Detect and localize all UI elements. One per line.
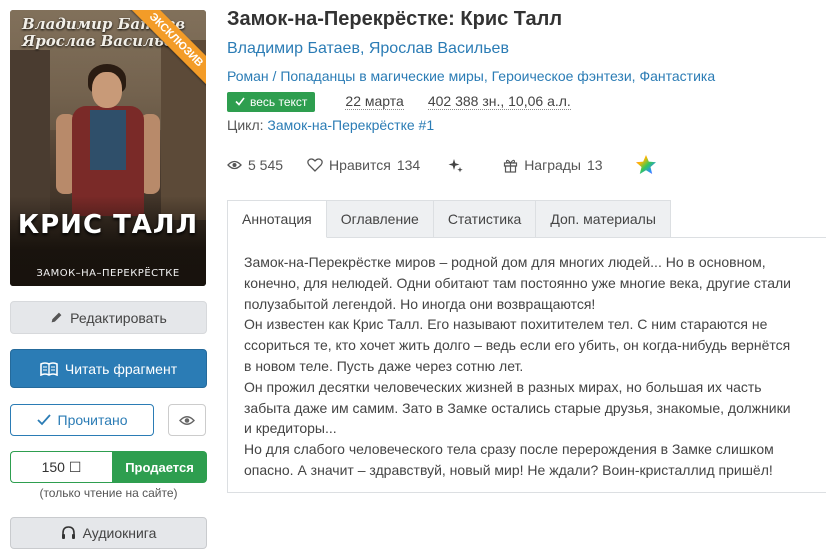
- book-title: Замок-на-Перекрёстке: Крис Талл: [227, 8, 563, 30]
- author-separator: ,: [359, 40, 369, 57]
- watch-button[interactable]: [168, 404, 206, 436]
- pencil-icon: [50, 311, 63, 324]
- author-link[interactable]: Владимир Батаев: [227, 40, 360, 57]
- book-tabs: Аннотация Оглавление Статистика Доп. мат…: [227, 200, 671, 238]
- book-authors: Владимир Батаев, Ярослав Васильев: [227, 40, 509, 58]
- heart-icon: [307, 158, 323, 172]
- cover-subtitle: ЗАМОК–НА–ПЕРЕКРЁСТКЕ: [36, 268, 180, 279]
- read-on-site-note: (только чтение на сайте): [39, 486, 178, 500]
- awards-count: 13: [587, 157, 603, 173]
- audiobook-label: Аудиокнига: [82, 525, 157, 541]
- book-stats: 5 545 Нравится 134 Награды 13: [227, 153, 657, 177]
- genre-link[interactable]: Попаданцы в магические миры: [280, 68, 484, 84]
- gift-icon: [503, 158, 518, 173]
- genre-link[interactable]: Героическое фэнтези: [492, 68, 632, 84]
- book-cover[interactable]: Владимир Батаев Ярослав Васильев КРИС ТА…: [10, 10, 206, 286]
- sparkle-button[interactable]: [448, 158, 463, 173]
- genre-breadcrumb: Роман / Попаданцы в магические миры, Гер…: [227, 68, 715, 84]
- annotation-paragraph: Но для слабого человеческого тела сразу …: [244, 441, 774, 478]
- cover-figure-vest: [90, 110, 126, 170]
- full-text-badge-label: весь текст: [250, 94, 308, 109]
- genre-root-link[interactable]: Роман: [227, 68, 269, 84]
- rainbow-star-icon[interactable]: [635, 154, 657, 176]
- check-icon: [36, 414, 51, 426]
- book-cycle: Цикл: Замок-на-Перекрёстке #1: [227, 117, 434, 133]
- publish-date: 22 марта: [345, 93, 404, 110]
- awards-button[interactable]: Награды 13: [503, 157, 603, 173]
- views-stat: 5 545: [227, 157, 283, 173]
- eye-icon: [227, 160, 242, 170]
- annotation-paragraph: Замок-на-Перекрёстке миров – родной дом …: [244, 254, 791, 312]
- genre-link[interactable]: Фантастика: [639, 68, 715, 84]
- audiobook-button[interactable]: Аудиокнига: [10, 517, 207, 549]
- buy-button[interactable]: Продается: [112, 451, 207, 483]
- book-meta: весь текст 22 марта 402 388 зн., 10,06 а…: [227, 91, 571, 112]
- author-link[interactable]: Ярослав Васильев: [369, 40, 509, 57]
- annotation-text: Замок-на-Перекрёстке миров – родной дом …: [244, 252, 800, 481]
- cycle-label: Цикл:: [227, 117, 264, 133]
- awards-label: Награды: [524, 157, 581, 173]
- read-fragment-button[interactable]: Читать фрагмент: [10, 349, 207, 388]
- full-text-badge: весь текст: [227, 91, 316, 112]
- edit-button[interactable]: Редактировать: [10, 301, 207, 334]
- read-fragment-label: Читать фрагмент: [64, 360, 178, 377]
- likes-label: Нравится: [329, 157, 391, 173]
- edit-button-label: Редактировать: [70, 309, 167, 326]
- cover-title: КРИС ТАЛЛ: [17, 210, 199, 240]
- cover-wall-left: [10, 50, 50, 220]
- price-display: 150 ☐: [10, 451, 112, 483]
- tab-annotation[interactable]: Аннотация: [227, 200, 327, 238]
- cover-figure-head: [92, 72, 122, 108]
- tab-contents[interactable]: Оглавление: [326, 200, 434, 238]
- mark-read-label: Прочитано: [57, 412, 128, 428]
- tab-extra-materials[interactable]: Доп. материалы: [536, 200, 671, 238]
- mark-read-button[interactable]: Прочитано: [10, 404, 154, 436]
- book-open-icon: [40, 361, 58, 376]
- like-button[interactable]: Нравится 134: [307, 157, 420, 173]
- genre-separator: /: [268, 68, 281, 84]
- headphones-icon: [61, 526, 76, 540]
- cycle-link[interactable]: Замок-на-Перекрёстке #1: [267, 117, 434, 133]
- book-size: 402 388 зн., 10,06 а.л.: [427, 93, 571, 110]
- annotation-paragraph: Он прожил десятки человеческих жизней в …: [244, 378, 791, 437]
- views-count: 5 545: [248, 157, 284, 173]
- sparkle-icon: [448, 158, 463, 173]
- tab-statistics[interactable]: Статистика: [433, 200, 537, 238]
- check-icon: [235, 97, 245, 106]
- annotation-paragraph: Он известен как Крис Талл. Его называют …: [244, 316, 791, 374]
- genre-separator: ,: [483, 68, 492, 84]
- likes-count: 134: [396, 157, 421, 173]
- eye-icon: [179, 415, 195, 426]
